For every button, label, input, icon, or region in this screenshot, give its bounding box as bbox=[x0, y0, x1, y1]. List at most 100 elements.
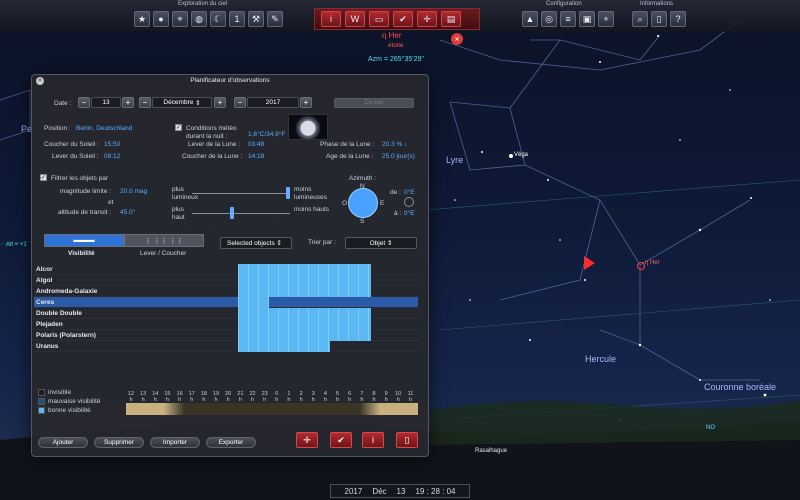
list-icon[interactable]: ▤ bbox=[441, 11, 461, 27]
object-row[interactable]: Uranus bbox=[34, 341, 418, 352]
information-group: ⌕ ▯ ? bbox=[632, 11, 686, 28]
moon-icon[interactable]: ☾ bbox=[210, 11, 226, 27]
azimuth-from-value[interactable]: 0°E bbox=[404, 189, 415, 196]
remove-button[interactable]: Supprimer bbox=[94, 437, 144, 448]
day-field[interactable]: 13 bbox=[91, 97, 121, 108]
telescope-icon[interactable]: ⌖ bbox=[172, 11, 188, 27]
add-icon[interactable]: + bbox=[598, 11, 614, 27]
book-icon[interactable]: ▭ bbox=[369, 11, 389, 27]
center-object-button[interactable]: ✛ bbox=[296, 432, 318, 448]
azimuth-to-value[interactable]: 0°E bbox=[404, 210, 415, 217]
search-icon[interactable]: ⌕ bbox=[632, 11, 648, 27]
month-select[interactable]: Décembre ⇕ bbox=[152, 97, 212, 108]
sort-label: Trier par : bbox=[308, 239, 336, 246]
info-button[interactable]: i bbox=[321, 11, 341, 27]
add-button[interactable]: Ajouter bbox=[38, 437, 88, 448]
guide-button[interactable]: ▯ bbox=[396, 432, 418, 448]
magnitude-value[interactable]: 20.0 mag bbox=[120, 188, 147, 195]
import-button[interactable]: Importer bbox=[150, 437, 200, 448]
object-row[interactable]: Andromeda-Galaxie bbox=[34, 286, 418, 297]
magnitude-slider[interactable] bbox=[192, 193, 290, 194]
legend-good-label: bonne visibilité bbox=[48, 407, 91, 414]
slider1-left-label: plus lumineux bbox=[172, 186, 199, 201]
legend-good-swatch bbox=[38, 407, 45, 414]
object-name: Ceres bbox=[36, 299, 55, 306]
landscape-icon[interactable]: ▲ bbox=[522, 11, 538, 27]
center-icon[interactable]: ✛ bbox=[417, 11, 437, 27]
pen-icon[interactable]: ✎ bbox=[267, 11, 283, 27]
object-name: Double Double bbox=[36, 310, 82, 317]
tab-visibility-icon[interactable]: ▬▬▬ bbox=[44, 234, 124, 247]
time-bar[interactable]: 2017 Déc 13 19 : 28 : 04 bbox=[330, 484, 470, 498]
object-row[interactable]: Plejaden bbox=[34, 319, 418, 330]
panel-title: Planificateur d'observations bbox=[190, 77, 270, 84]
object-name: Plejaden bbox=[36, 321, 63, 328]
tonight-button[interactable]: Ce soir bbox=[334, 98, 414, 108]
target-ring-icon bbox=[637, 262, 645, 270]
tab-visibility-label: Visibilité bbox=[68, 250, 95, 257]
globe-icon[interactable]: ◍ bbox=[191, 11, 207, 27]
transit-altitude-value[interactable]: 45.0° bbox=[120, 209, 135, 216]
chevron-updown-icon: ⇕ bbox=[276, 240, 282, 247]
time-month[interactable]: Déc bbox=[372, 487, 386, 496]
guide-book-icon[interactable]: ▯ bbox=[651, 11, 667, 27]
planet-icon[interactable]: ● bbox=[153, 11, 169, 27]
altitude-slider[interactable] bbox=[192, 213, 290, 214]
sky-view-icon[interactable]: ★ bbox=[134, 11, 150, 27]
compass-north: N bbox=[360, 183, 365, 190]
object-name: Uranus bbox=[36, 343, 59, 350]
time-year[interactable]: 2017 bbox=[345, 487, 363, 496]
info-object-button[interactable]: i bbox=[362, 432, 384, 448]
object-row[interactable]: Alcor bbox=[34, 264, 418, 275]
moon-phase-label: Phase de la Lune : bbox=[320, 141, 375, 148]
day-plus-button[interactable]: + bbox=[122, 97, 134, 108]
close-target-button[interactable]: × bbox=[451, 33, 463, 45]
tab-rise-set-icon[interactable]: ⋮ ⋮⋮ ⋮⋮ bbox=[124, 234, 204, 247]
day-minus-button[interactable]: − bbox=[78, 97, 90, 108]
star-vega[interactable]: Véga bbox=[514, 152, 528, 158]
sunrise-label: Lever du Soleil : bbox=[52, 153, 99, 160]
object-row[interactable]: Polaris (Polarstern) bbox=[34, 330, 418, 341]
star-eta-her[interactable]: η Her bbox=[645, 260, 660, 266]
information-title: Informations bbox=[640, 1, 674, 7]
grid-globe-icon[interactable]: ◎ bbox=[541, 11, 557, 27]
star-rasalhague[interactable]: Rasalhague bbox=[475, 448, 507, 454]
magnitude-slider-knob[interactable] bbox=[286, 187, 290, 199]
azimuth-compass[interactable] bbox=[348, 188, 378, 218]
observe-icon[interactable]: ✔ bbox=[393, 11, 413, 27]
help-icon[interactable]: ? bbox=[670, 11, 686, 27]
object-row[interactable]: Double Double bbox=[34, 308, 418, 319]
export-button[interactable]: Exporter bbox=[206, 437, 256, 448]
month-plus-button[interactable]: + bbox=[214, 97, 226, 108]
filter-checkbox[interactable]: ✓ bbox=[40, 174, 47, 181]
slider2-left-label: plus haut bbox=[172, 206, 185, 221]
sort-select[interactable]: Objet ⇕ bbox=[345, 237, 417, 249]
visibility-bar bbox=[238, 297, 270, 308]
month-minus-button[interactable]: − bbox=[139, 97, 151, 108]
number-icon[interactable]: 1 bbox=[229, 11, 245, 27]
observe-button[interactable]: ✔ bbox=[330, 432, 352, 448]
object-name: Polaris (Polarstern) bbox=[36, 332, 96, 339]
azimuth-dial-icon[interactable] bbox=[404, 197, 414, 207]
sort-select-value: Objet bbox=[369, 239, 386, 247]
object-row[interactable]: Algol bbox=[34, 275, 418, 286]
year-field[interactable]: 2017 bbox=[247, 97, 299, 108]
time-day[interactable]: 13 bbox=[397, 487, 406, 496]
sliders-icon[interactable]: ≡ bbox=[560, 11, 576, 27]
altitude-slider-knob[interactable] bbox=[229, 207, 234, 219]
chevron-updown-icon: ⇕ bbox=[386, 240, 393, 247]
display-icon[interactable]: ▣ bbox=[579, 11, 595, 27]
position-value[interactable]: Berlin, Deutschland bbox=[76, 125, 132, 132]
conditions-checkbox[interactable]: ✓ bbox=[175, 124, 182, 131]
moonset-label: Coucher de la Lune : bbox=[182, 153, 243, 160]
wikipedia-button[interactable]: W bbox=[345, 11, 365, 27]
visibility-bar bbox=[238, 275, 372, 286]
filter-label: Filtrer les objets par bbox=[51, 175, 109, 182]
objects-select[interactable]: Selected objects ⇕ bbox=[220, 237, 292, 249]
time-clock[interactable]: 19 : 28 : 04 bbox=[415, 487, 455, 496]
object-row[interactable]: Ceres bbox=[34, 297, 418, 308]
year-minus-button[interactable]: − bbox=[234, 97, 246, 108]
azimuth-label: Azimuth : bbox=[349, 175, 377, 182]
year-plus-button[interactable]: + bbox=[300, 97, 312, 108]
tool-icon[interactable]: ⚒ bbox=[248, 11, 264, 27]
